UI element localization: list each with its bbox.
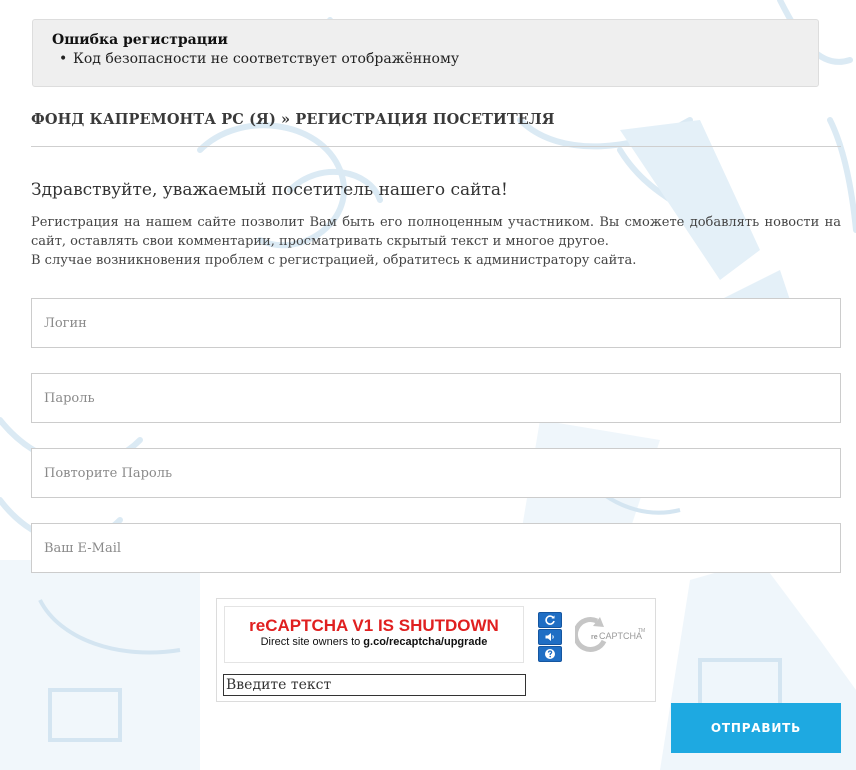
- error-title: Ошибка регистрации: [52, 32, 228, 48]
- email-input[interactable]: [31, 523, 841, 573]
- error-alert: Ошибка регистрации • Код безопасности не …: [32, 19, 819, 87]
- captcha-input[interactable]: [223, 674, 526, 696]
- intro-paragraph-2: В случае возникновения проблем с регистр…: [31, 253, 637, 268]
- captcha-audio-button[interactable]: [538, 629, 562, 645]
- recaptcha-logo-tm: TM: [638, 628, 645, 634]
- registration-page: Ошибка регистрации • Код безопасности не …: [0, 0, 856, 770]
- bullet-icon: •: [59, 51, 68, 67]
- speaker-icon: [545, 633, 554, 641]
- recaptcha-logo-icon: re CAPTCHA TM: [575, 617, 645, 652]
- intro-paragraph-1: Регистрация на нашем сайте позволит Вам …: [31, 215, 841, 249]
- help-icon: [545, 649, 555, 659]
- captcha-headline: reCAPTCHA V1 IS SHUTDOWN: [249, 616, 499, 635]
- recaptcha-logo-prefix: re: [591, 634, 598, 641]
- captcha-help-button[interactable]: [538, 646, 562, 662]
- breadcrumb: ФОНД КАПРЕМОНТА РС (Я) » РЕГИСТРАЦИЯ ПОС…: [31, 111, 555, 128]
- captcha-controls: [538, 612, 562, 663]
- error-list: • Код безопасности не соответствует отобр…: [59, 51, 460, 67]
- captcha-sub-link: g.co/recaptcha/upgrade: [363, 636, 488, 648]
- captcha-widget: reCAPTCHA V1 IS SHUTDOWN Direct site own…: [216, 598, 656, 702]
- captcha-refresh-button[interactable]: [538, 612, 562, 628]
- greeting-heading: Здравствуйте, уважаемый посетитель нашег…: [31, 180, 508, 200]
- recaptcha-logo-text: CAPTCHA: [599, 631, 642, 641]
- error-item-text: Код безопасности не соответствует отобра…: [73, 51, 460, 67]
- captcha-sub-prefix: Direct site owners to: [260, 636, 364, 648]
- password-input[interactable]: [31, 373, 841, 423]
- error-item: • Код безопасности не соответствует отобр…: [59, 51, 460, 67]
- captcha-image: reCAPTCHA V1 IS SHUTDOWN Direct site own…: [224, 606, 524, 663]
- submit-button[interactable]: ОТПРАВИТЬ: [671, 703, 841, 753]
- captcha-subtext: Direct site owners to g.co/recaptcha/upg…: [225, 636, 523, 648]
- divider: [31, 146, 841, 147]
- login-input[interactable]: [31, 298, 841, 348]
- intro-text: Регистрация на нашем сайте позволит Вам …: [31, 213, 841, 270]
- refresh-icon: [545, 615, 555, 625]
- password-repeat-input[interactable]: [31, 448, 841, 498]
